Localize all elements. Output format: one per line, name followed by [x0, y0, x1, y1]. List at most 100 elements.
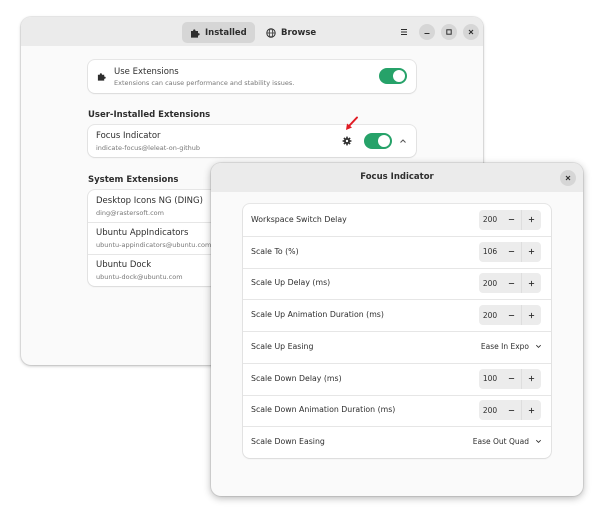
puzzle-icon — [191, 28, 200, 38]
minimize-button[interactable] — [419, 24, 435, 40]
divider — [243, 331, 551, 332]
minus-icon — [508, 378, 514, 380]
tab-browse[interactable]: Browse — [258, 22, 324, 43]
extension-id: ubuntu-dock@ubuntu.com — [96, 273, 183, 281]
extension-id: ding@rastersoft.com — [96, 209, 164, 217]
spin-button: 200 — [479, 305, 541, 326]
extension-row-focus-indicator[interactable]: Focus Indicator indicate-focus@leleat-on… — [88, 125, 416, 157]
preference-label: Scale Up Delay (ms) — [251, 278, 331, 288]
preference-label: Scale To (%) — [251, 246, 299, 256]
spin-button: 100 — [479, 368, 541, 389]
increment-button[interactable] — [521, 400, 541, 421]
extension-name: Focus Indicator — [96, 131, 161, 141]
system-extensions-heading: System Extensions — [88, 175, 179, 185]
tab-browse-label: Browse — [281, 27, 317, 38]
use-extensions-row: Use Extensions Extensions can cause perf… — [88, 60, 416, 93]
decrement-button[interactable] — [501, 305, 521, 325]
menu-icon — [401, 29, 407, 35]
gear-icon[interactable] — [342, 136, 352, 146]
chevron-down-icon — [536, 440, 541, 444]
extension-name: Desktop Icons NG (DING) — [96, 196, 203, 206]
spin-button: 200 — [479, 209, 541, 230]
preferences-list: Workspace Switch Delay 200 Scale To (%) 106… — [243, 204, 551, 458]
decrement-button[interactable] — [501, 369, 521, 389]
headerbar: Installed Browse — [21, 17, 483, 46]
spin-value[interactable]: 200 — [479, 406, 501, 415]
globe-icon — [266, 27, 276, 38]
chevron-up-icon[interactable] — [399, 137, 407, 145]
increment-button[interactable] — [521, 241, 541, 262]
spin-value[interactable]: 100 — [479, 374, 501, 383]
preference-label: Workspace Switch Delay — [251, 214, 347, 224]
preference-label: Scale Down Easing — [251, 437, 325, 447]
spin-button: 200 — [479, 400, 541, 421]
minus-icon — [508, 409, 514, 411]
preference-label: Scale Down Animation Duration (ms) — [251, 405, 396, 415]
focus-indicator-switch[interactable] — [364, 133, 392, 149]
divider — [243, 299, 551, 301]
minus-icon — [508, 282, 514, 284]
minus-icon — [508, 219, 514, 221]
divider — [243, 362, 551, 364]
plus-icon — [528, 407, 535, 413]
increment-button[interactable] — [521, 209, 541, 230]
close-icon — [565, 175, 571, 181]
easing-dropdown[interactable]: Ease In Expo — [481, 342, 542, 351]
preference-label: Scale Up Animation Duration (ms) — [251, 310, 384, 320]
plus-icon — [528, 376, 535, 382]
spin-value[interactable]: 200 — [479, 215, 501, 224]
use-extensions-subtitle: Extensions can cause performance and sta… — [114, 79, 295, 87]
increment-button[interactable] — [521, 368, 541, 389]
preference-row: Scale Down Delay (ms) 100 — [243, 362, 551, 395]
spin-value[interactable]: 106 — [479, 247, 501, 256]
preference-row[interactable]: Scale Up Easing Ease In Expo — [243, 331, 551, 363]
plus-icon — [528, 312, 535, 318]
extension-name: Ubuntu Dock — [96, 260, 152, 270]
close-icon — [468, 29, 474, 35]
decrement-button[interactable] — [501, 210, 521, 230]
use-extensions-switch[interactable] — [379, 68, 407, 84]
preferences-dialog: Focus Indicator Workspace Switch Delay 20… — [211, 163, 583, 496]
preference-label: Scale Down Delay (ms) — [251, 373, 342, 383]
decrement-button[interactable] — [501, 273, 521, 293]
extension-id: indicate-focus@leleat-on-github — [96, 144, 201, 152]
increment-button[interactable] — [521, 305, 541, 326]
spin-value[interactable]: 200 — [479, 311, 501, 320]
user-installed-heading: User-Installed Extensions — [88, 110, 211, 120]
minus-icon — [508, 314, 514, 316]
plus-icon — [528, 217, 535, 223]
increment-button[interactable] — [521, 273, 541, 294]
use-extensions-title: Use Extensions — [114, 67, 179, 77]
plus-icon — [528, 280, 535, 286]
tab-installed-label: Installed — [205, 27, 247, 38]
preference-row[interactable]: Scale Down Easing Ease Out Quad — [243, 426, 551, 458]
dropdown-value: Ease In Expo — [480, 341, 529, 351]
close-button[interactable] — [463, 24, 479, 40]
preference-row: Scale Down Animation Duration (ms) 200 — [243, 394, 551, 427]
plus-icon — [528, 249, 535, 255]
dialog-title: Focus Indicator — [360, 172, 434, 182]
dialog-close-button[interactable] — [560, 170, 576, 186]
spin-button: 106 — [479, 241, 541, 262]
dropdown-value: Ease Out Quad — [472, 437, 529, 447]
extension-id: ubuntu-appindicators@ubuntu.com — [96, 241, 212, 249]
chevron-down-icon — [536, 344, 541, 348]
easing-dropdown[interactable]: Ease Out Quad — [473, 437, 542, 446]
decrement-button[interactable] — [501, 400, 521, 420]
puzzle-icon — [97, 73, 106, 81]
main-menu-button[interactable] — [396, 24, 412, 40]
divider — [243, 426, 551, 428]
maximize-icon — [446, 29, 452, 35]
spin-button: 200 — [479, 273, 541, 294]
preference-row: Workspace Switch Delay 200 — [243, 204, 551, 236]
maximize-button[interactable] — [441, 24, 457, 40]
spin-value[interactable]: 200 — [479, 279, 501, 288]
preference-row: Scale Up Animation Duration (ms) 200 — [243, 299, 551, 331]
decrement-button[interactable] — [501, 242, 521, 262]
divider — [243, 394, 551, 396]
preference-row: Scale Up Delay (ms) 200 — [243, 267, 551, 300]
tab-installed[interactable]: Installed — [182, 22, 255, 43]
minus-icon — [508, 251, 514, 253]
preference-row: Scale To (%) 106 — [243, 235, 551, 268]
extension-name: Ubuntu AppIndicators — [96, 228, 189, 238]
